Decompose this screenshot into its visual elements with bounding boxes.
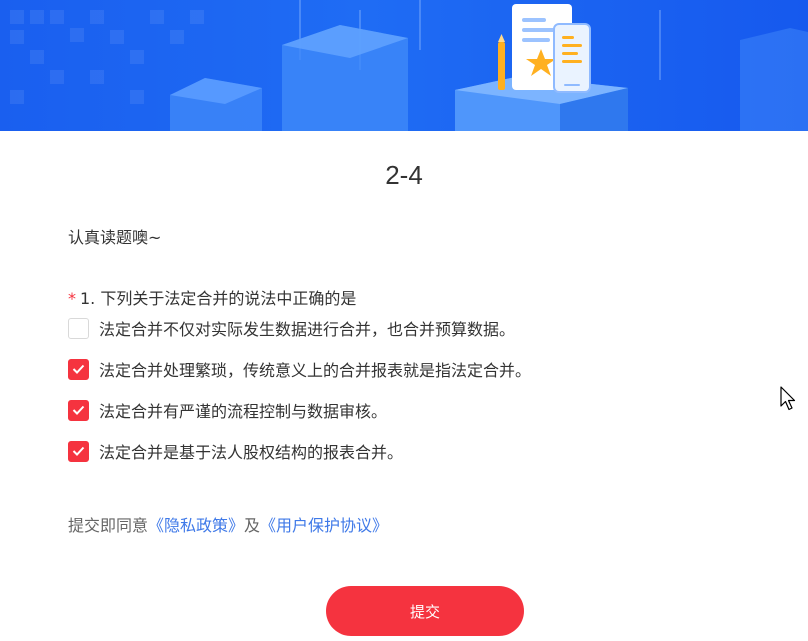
question-text: 1. 下列关于法定合并的说法中正确的是 xyxy=(80,289,357,308)
checkbox-2[interactable] xyxy=(68,358,89,380)
check-icon xyxy=(72,446,85,456)
required-mark: * xyxy=(68,289,76,308)
survey-intro: 认真读题噢~ xyxy=(68,228,162,247)
user-protection-link[interactable]: 《用户保护协议》 xyxy=(260,516,388,535)
submit-button[interactable]: 提交 xyxy=(326,586,524,636)
checkbox-3[interactable] xyxy=(68,399,89,421)
agreement-conjunction: 及 xyxy=(244,516,261,535)
option-label-2: 法定合并处理繁琐，传统意义上的合并报表就是指法定合并。 xyxy=(99,361,532,380)
option-3[interactable]: 法定合并有严谨的流程控制与数据审核。 xyxy=(68,399,387,421)
option-label-4: 法定合并是基于法人股权结构的报表合并。 xyxy=(99,443,404,462)
checkbox-4[interactable] xyxy=(68,440,89,462)
mouse-cursor-icon xyxy=(780,386,796,411)
privacy-policy-link[interactable]: 《隐私政策》 xyxy=(148,516,244,535)
option-label-1: 法定合并不仅对实际发生数据进行合并，也合并预算数据。 xyxy=(99,320,516,339)
agreement-text: 提交即同意《隐私政策》及《用户保护协议》 xyxy=(68,512,388,536)
survey-title: 2-4 xyxy=(385,160,423,190)
header-banner xyxy=(0,0,808,131)
checkbox-1[interactable] xyxy=(68,317,89,339)
option-4[interactable]: 法定合并是基于法人股权结构的报表合并。 xyxy=(68,440,403,462)
check-icon xyxy=(72,364,85,374)
question-title: * 1. 下列关于法定合并的说法中正确的是 xyxy=(68,285,356,309)
check-icon xyxy=(72,405,85,415)
option-2[interactable]: 法定合并处理繁琐，传统意义上的合并报表就是指法定合并。 xyxy=(68,358,531,380)
option-label-3: 法定合并有严谨的流程控制与数据审核。 xyxy=(99,402,388,421)
option-1[interactable]: 法定合并不仅对实际发生数据进行合并，也合并预算数据。 xyxy=(68,317,515,339)
banner-illustration xyxy=(10,0,808,131)
agreement-prefix: 提交即同意 xyxy=(68,516,149,535)
